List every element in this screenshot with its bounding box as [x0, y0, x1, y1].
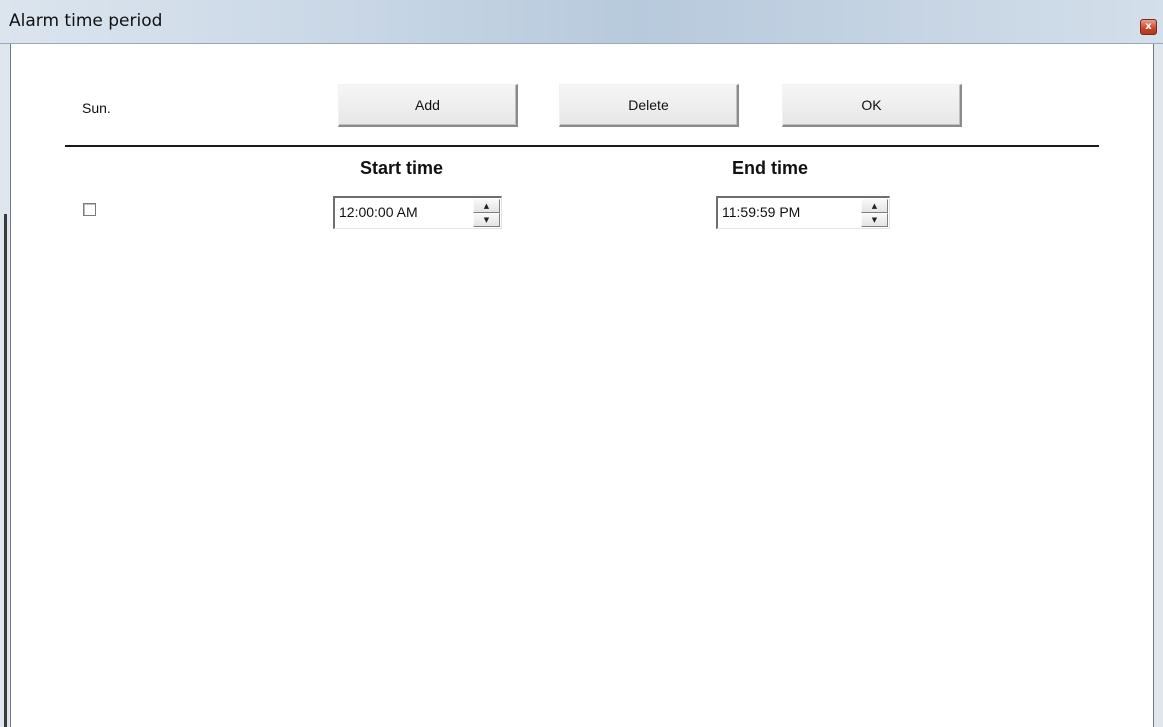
delete-button[interactable]: Delete [559, 84, 739, 127]
end-time-header: End time [732, 158, 809, 178]
row-checkbox[interactable] [83, 203, 96, 216]
spinner-up-icon[interactable]: ▲ [861, 199, 888, 213]
spinner-up-icon[interactable]: ▲ [473, 199, 500, 213]
close-button[interactable]: x [1140, 19, 1157, 35]
start-time-input[interactable] [339, 204, 459, 220]
add-button[interactable]: Add [338, 84, 518, 127]
title-bar[interactable]: Alarm time period x [0, 0, 1163, 44]
day-label: Sun. [82, 100, 111, 116]
start-time-spinner[interactable]: ▲ ▼ [473, 199, 500, 227]
spinner-down-icon[interactable]: ▼ [861, 213, 888, 227]
spinner-down-icon[interactable]: ▼ [473, 213, 500, 227]
alarm-time-period-window: Alarm time period x Sun. Add Delete OK S… [0, 0, 1163, 727]
start-time-picker[interactable]: ▲ ▼ [333, 196, 502, 229]
end-time-spinner[interactable]: ▲ ▼ [861, 199, 888, 227]
close-icon: x [1145, 21, 1152, 32]
end-time-input[interactable] [722, 204, 842, 220]
start-time-header: Start time [360, 158, 444, 178]
end-time-picker[interactable]: ▲ ▼ [716, 196, 890, 229]
window-left-accent [4, 214, 7, 727]
window-right-border [1154, 44, 1163, 727]
window-left-border [0, 44, 10, 727]
client-area: Sun. Add Delete OK Start time End time ▲… [10, 44, 1154, 727]
window-title: Alarm time period [9, 11, 163, 31]
header-divider [65, 145, 1099, 147]
ok-button[interactable]: OK [782, 84, 962, 127]
